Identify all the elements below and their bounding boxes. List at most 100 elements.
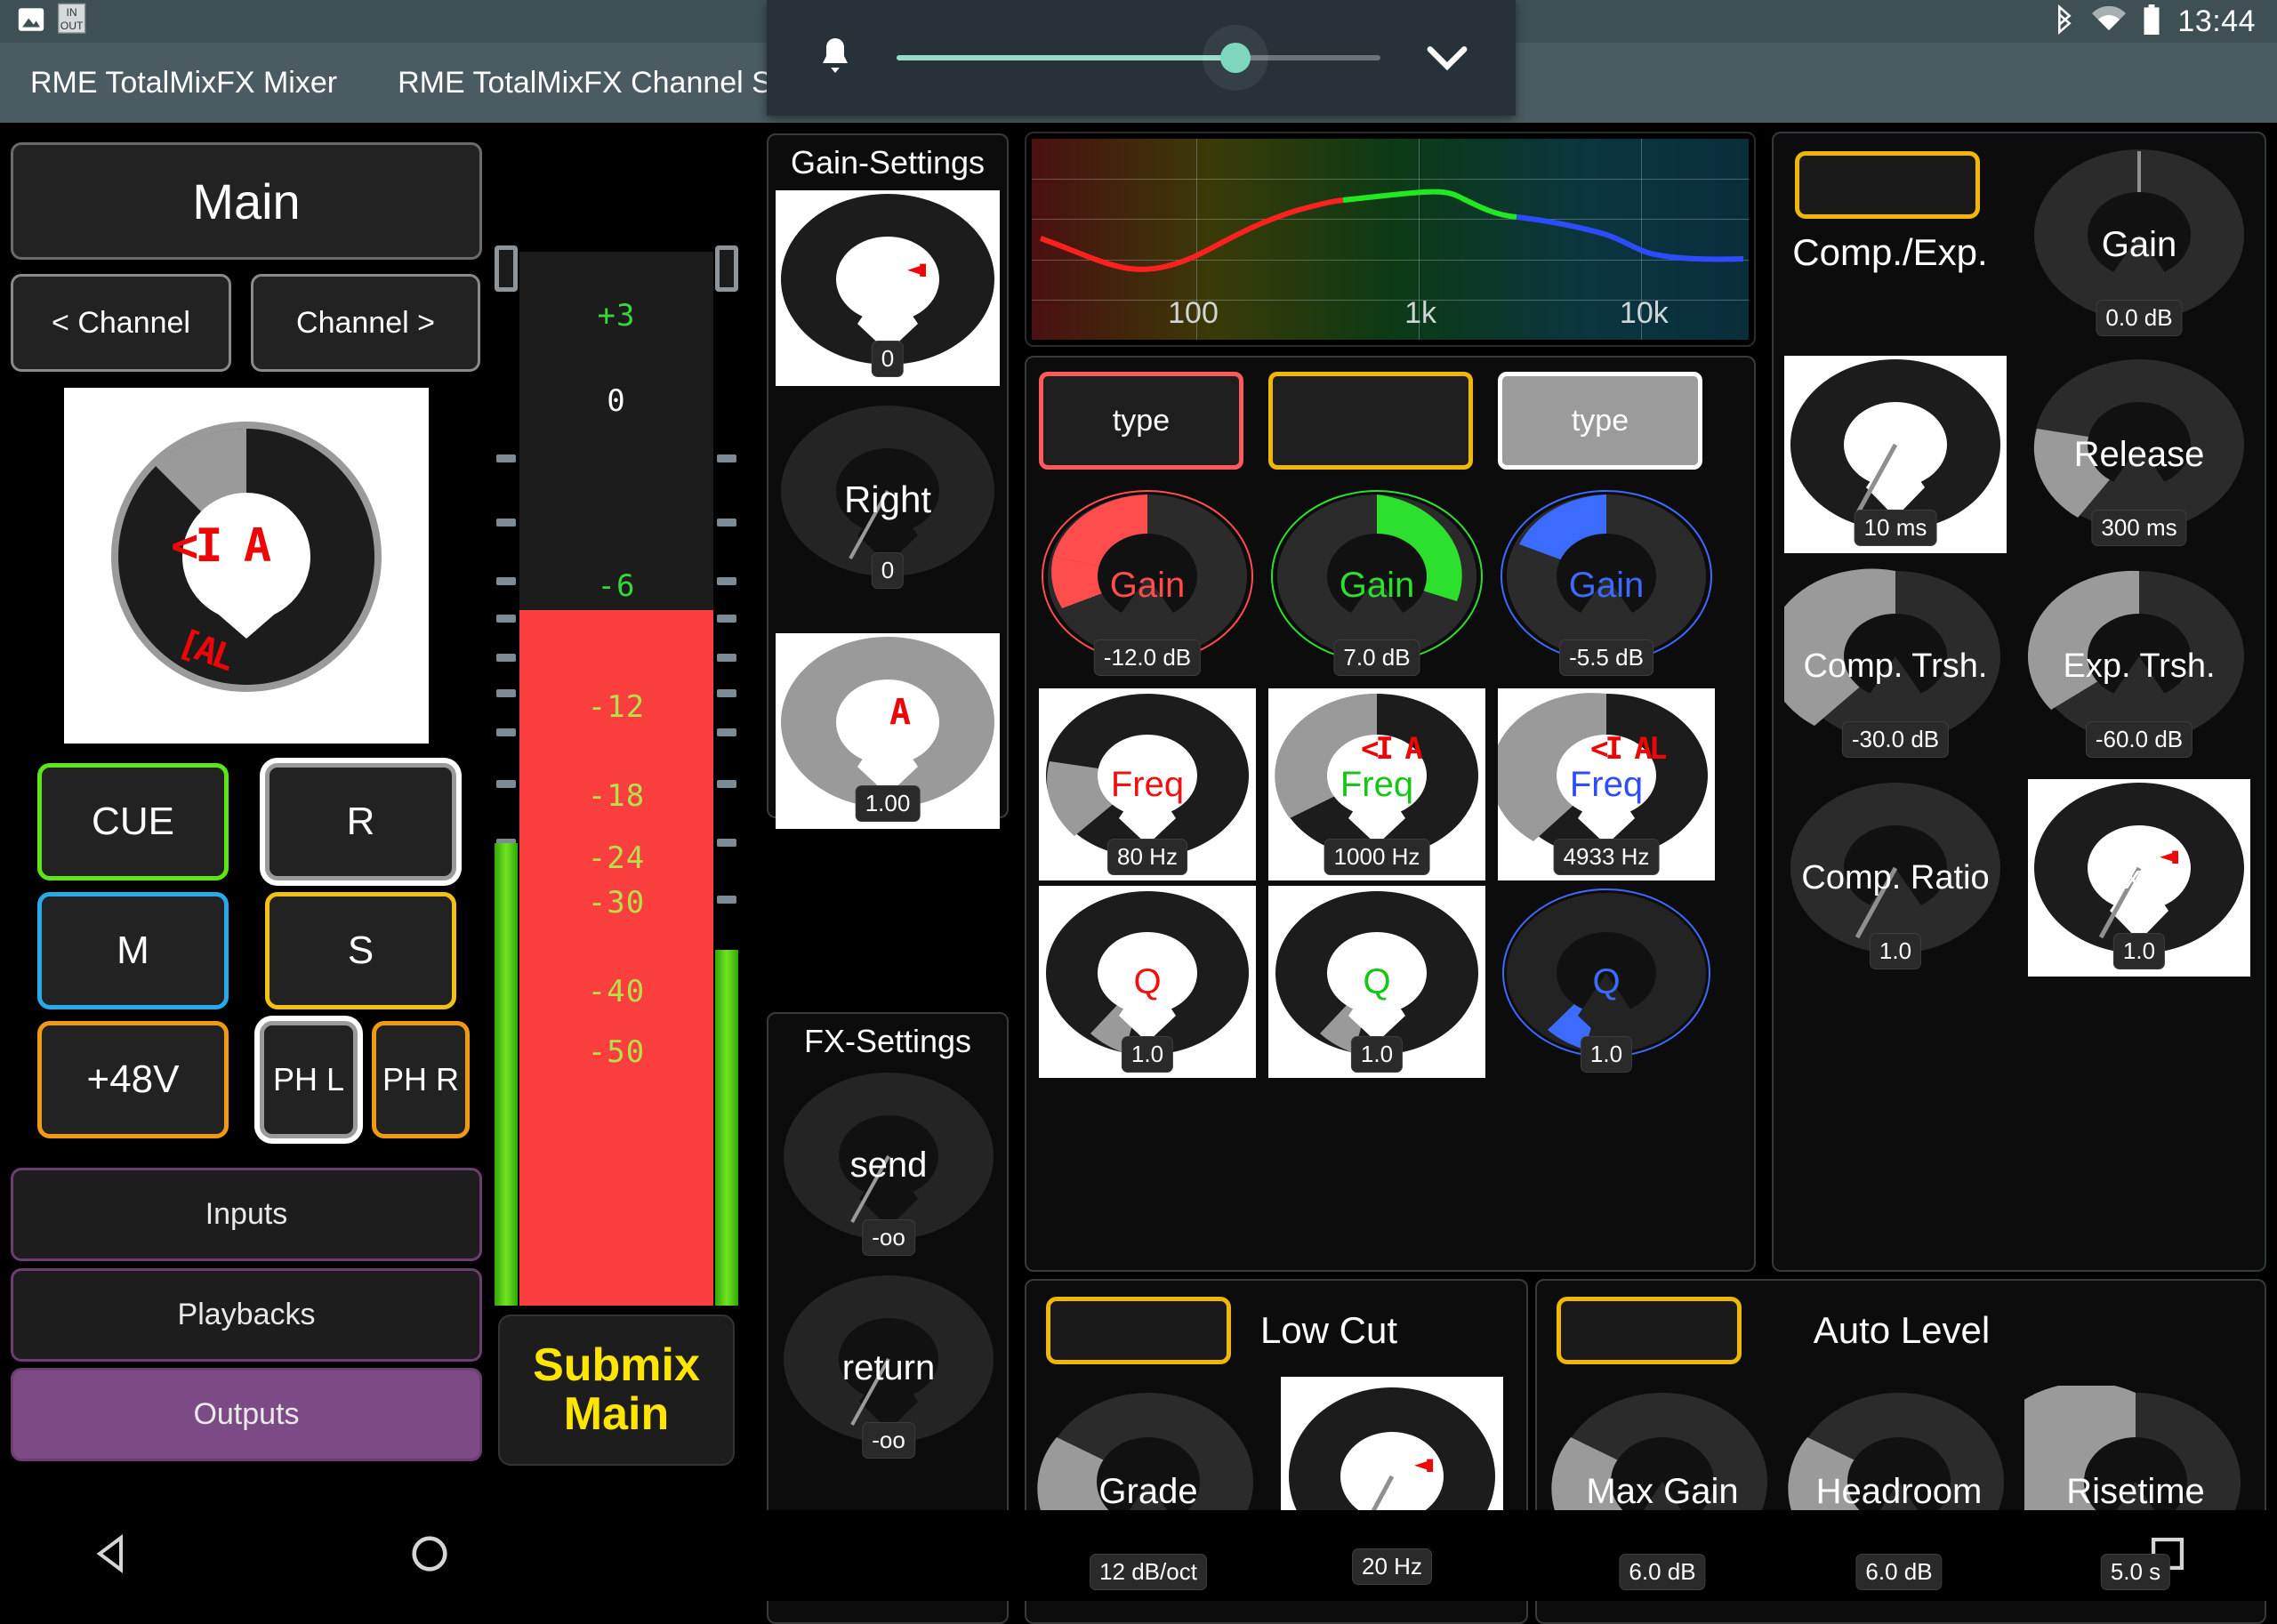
auto-level-headroom-label: Headroom	[1815, 1471, 1983, 1511]
comp-release-value: 300 ms	[2091, 510, 2187, 546]
auto-level-headroom-value: 6.0 dB	[1855, 1554, 1943, 1590]
cue-button[interactable]: CUE	[37, 763, 229, 880]
comp-ratio-label: Comp. Ratio	[1801, 858, 1990, 896]
previous-channel-button[interactable]: < Channel	[11, 274, 231, 372]
next-channel-button[interactable]: Channel >	[251, 274, 480, 372]
volume-slider[interactable]	[897, 25, 1380, 91]
eq-band1-gain-value: -12.0 dB	[1093, 639, 1202, 676]
tab-mixer[interactable]: RME TotalMixFX Mixer	[0, 43, 367, 123]
eq-response-graph[interactable]: 100 1k 10k	[1032, 139, 1749, 340]
pan-knob[interactable]: <I A [AL	[64, 388, 429, 744]
fx-send-knob[interactable]: send -oo	[777, 1069, 1000, 1261]
home-circle-icon[interactable]	[407, 1532, 452, 1580]
channel-strip-workspace: Main < Channel Channel > <I A [AL CUE R …	[0, 123, 2277, 1624]
gain-mono-left-knob[interactable]: M eft ◄▮ 0	[776, 190, 1000, 386]
record-button[interactable]: R	[265, 763, 456, 880]
solo-button[interactable]: S	[265, 892, 456, 1009]
channel-fader[interactable]: +3 0 -6 -12 -18 -24 -30 -40 -50 Submix M…	[491, 132, 742, 1483]
eq-band2-freq-knob[interactable]: Freq <I A 1000 Hz	[1268, 688, 1485, 880]
eq-band1-q-knob[interactable]: Q 1.0	[1039, 886, 1256, 1078]
gain-trim-value: 1.00	[855, 785, 921, 822]
volume-slider-handle[interactable]	[1219, 43, 1251, 73]
eq-band2-type-button[interactable]	[1268, 372, 1473, 470]
nav-outputs-button[interactable]: Outputs	[11, 1368, 482, 1461]
fader-scale-m12: -12	[587, 689, 646, 725]
eq-band3-q-knob[interactable]: Q 1.0	[1498, 886, 1715, 1078]
fx-return-value: -oo	[862, 1422, 915, 1459]
submix-button[interactable]: Submix Main	[498, 1314, 735, 1466]
image-icon	[16, 4, 46, 39]
volume-notification-overlay	[767, 0, 1516, 116]
chevron-down-icon[interactable]	[1416, 44, 1478, 71]
fader-track[interactable]: +3 0 -6 -12 -18 -24 -30 -40 -50	[519, 252, 713, 1306]
comp-ratio-knob[interactable]: Comp. Ratio 1.0	[1784, 779, 2007, 977]
phase-right-button[interactable]: PH R	[372, 1021, 470, 1138]
gain-trim-knob[interactable]: A 1.00	[776, 633, 1000, 829]
mute-button[interactable]: M	[37, 892, 229, 1009]
fader-scale-0: 0	[607, 383, 626, 419]
channel-name-button[interactable]: Main	[11, 142, 482, 260]
comp-release-knob[interactable]: Release 300 ms	[2028, 356, 2250, 553]
eq-bands-panel: type type Gain -12.0 dB Freq 80 Hz Q 1.0…	[1025, 356, 1756, 1272]
comp-exp-toggle[interactable]	[1795, 151, 1980, 219]
bell-icon[interactable]	[804, 35, 866, 81]
exp-ratio-value: 1.0	[2112, 933, 2166, 969]
gain-right-knob[interactable]: Right 0	[776, 402, 1000, 598]
auto-level-risetime-label: Risetime	[2066, 1471, 2205, 1511]
nav-playbacks-button[interactable]: Playbacks	[11, 1268, 482, 1362]
nav-inputs-button[interactable]: Inputs	[11, 1168, 482, 1261]
exp-ratio-knob[interactable]: Ex io ◄▮ 1.0	[2028, 779, 2250, 977]
wifi-icon	[2092, 5, 2127, 37]
low-cut-freq-value: 20 Hz	[1352, 1548, 1432, 1585]
eq-band2-gain-knob[interactable]: Gain 7.0 dB	[1268, 487, 1485, 683]
auto-level-max-gain-value: 6.0 dB	[1619, 1554, 1706, 1590]
fader-scale-m30: -30	[587, 885, 646, 921]
eq-band2-q-knob[interactable]: Q 1.0	[1268, 886, 1485, 1078]
comp-gain-knob[interactable]: Gain 0.0 dB	[2028, 146, 2250, 343]
gain-right-value: 0	[871, 552, 905, 589]
gain-mono-left-label: M eft	[846, 267, 929, 309]
eq-band3-gain-knob[interactable]: Gain -5.5 dB	[1498, 487, 1715, 683]
fader-handle-right[interactable]	[715, 245, 738, 292]
fx-return-label: return	[841, 1347, 936, 1387]
svg-text:OUT: OUT	[60, 19, 84, 31]
eq-graph-panel[interactable]: 100 1k 10k	[1025, 132, 1756, 347]
eq-band2-q-value: 1.0	[1350, 1036, 1404, 1073]
eq-band1-gain-knob[interactable]: Gain -12.0 dB	[1039, 487, 1256, 683]
comp-threshold-label: Comp. Trsh.	[1803, 647, 1988, 685]
low-cut-title: Low Cut	[1259, 1309, 1398, 1351]
fx-settings-title: FX-Settings	[803, 1023, 972, 1059]
auto-level-max-gain-label: Max Gain	[1586, 1471, 1739, 1511]
fx-send-value: -oo	[862, 1219, 915, 1256]
eq-xtick-1k: 1k	[1404, 296, 1437, 330]
eq-band3-freq-knob[interactable]: Freq <I AL 4933 Hz	[1498, 688, 1715, 880]
low-cut-grade-label: Grade	[1098, 1471, 1198, 1511]
eq-band2-gain-value: 7.0 dB	[1333, 639, 1420, 676]
gain-settings-title: Gain-Settings	[790, 144, 986, 181]
comp-attack-knob[interactable]: 10 ms	[1784, 356, 2007, 553]
exp-threshold-value: -60.0 dB	[2085, 721, 2193, 758]
exp-threshold-label: Exp. Trsh.	[2063, 647, 2216, 685]
fx-return-knob[interactable]: return -oo	[777, 1272, 1000, 1464]
comp-gain-label: Gain	[2101, 224, 2177, 264]
fader-scale-m18: -18	[587, 778, 646, 814]
eq-band1-freq-label: Freq	[1110, 764, 1185, 804]
eq-band3-q-value: 1.0	[1580, 1036, 1633, 1073]
eq-band1-type-button[interactable]: type	[1039, 372, 1243, 470]
eq-band3-type-button[interactable]: type	[1498, 372, 1702, 470]
eq-band2-q-label: Q	[1363, 961, 1391, 1001]
bluetooth-icon	[2053, 4, 2076, 39]
back-triangle-icon[interactable]	[89, 1531, 135, 1581]
auto-level-panel: Auto Level Max Gain 6.0 dB Headroom 6.0 …	[1535, 1279, 2266, 1624]
phase-left-button[interactable]: PH L	[260, 1021, 358, 1138]
level-meter-right	[715, 950, 738, 1306]
comp-exp-title: Comp./Exp.	[1792, 231, 1988, 273]
fx-send-label: send	[849, 1145, 928, 1185]
fader-handle-left[interactable]	[495, 245, 518, 292]
comp-threshold-knob[interactable]: Comp. Trsh. -30.0 dB	[1784, 567, 2007, 765]
exp-threshold-knob[interactable]: Exp. Trsh. -60.0 dB	[2028, 567, 2250, 765]
gain-settings-panel: Gain-Settings M eft ◄▮ 0 Right 0 A 1.00	[767, 133, 1009, 829]
phantom-power-button[interactable]: +48V	[37, 1021, 229, 1138]
low-cut-grade-value: 12 dB/oct	[1090, 1554, 1207, 1590]
eq-band1-freq-knob[interactable]: Freq 80 Hz	[1039, 688, 1256, 880]
